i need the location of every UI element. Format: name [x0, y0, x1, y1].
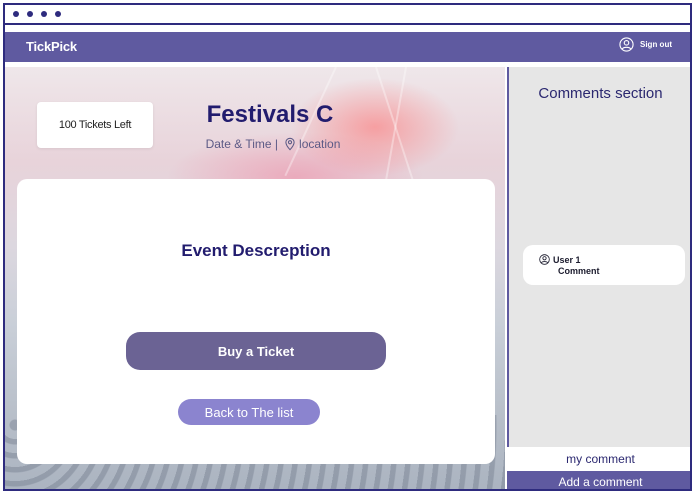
top-navbar: TickPick Sign out: [5, 32, 690, 62]
event-description: Event Descreption: [181, 241, 331, 260]
comment-username: User 1: [553, 254, 581, 265]
event-details-card: Event Descreption Buy a Ticket Back to T…: [17, 179, 495, 464]
user-circle-icon: [539, 254, 550, 265]
event-meta: Date & Time | location: [193, 137, 353, 151]
user-circle-icon: [619, 37, 634, 52]
tickets-left-badge: 100 Tickets Left: [37, 102, 153, 148]
sign-out-button[interactable]: Sign out: [619, 37, 672, 52]
stage-light: [384, 67, 407, 186]
event-datetime: Date & Time |: [205, 137, 279, 151]
add-comment-button[interactable]: Add a comment: [507, 471, 690, 489]
location-pin-icon: [285, 137, 295, 151]
brand-logo[interactable]: TickPick: [26, 39, 77, 54]
event-title: Festivals C: [206, 101, 334, 128]
app-window: TickPick Sign out 100 Tickets Left Festi…: [3, 3, 692, 491]
window-dot-icon: [27, 11, 33, 17]
back-to-list-button[interactable]: Back to The list: [178, 399, 320, 425]
buy-ticket-button[interactable]: Buy a Ticket: [126, 332, 386, 370]
window-dot-icon: [13, 11, 19, 17]
event-hero: 100 Tickets Left Festivals C Date & Time…: [5, 67, 505, 489]
comment-item: User 1 Comment: [523, 245, 685, 285]
window-chrome: [5, 5, 690, 25]
window-dot-icon: [55, 11, 61, 17]
comment-input[interactable]: [507, 447, 690, 471]
comment-user: User 1: [539, 254, 581, 265]
comments-section-title: Comments section: [538, 85, 663, 102]
comment-text: Comment: [558, 266, 600, 276]
window-dot-icon: [41, 11, 47, 17]
sign-out-label: Sign out: [640, 40, 672, 49]
comments-panel: Comments section User 1 Comment: [507, 67, 690, 489]
event-location: location: [299, 137, 341, 151]
